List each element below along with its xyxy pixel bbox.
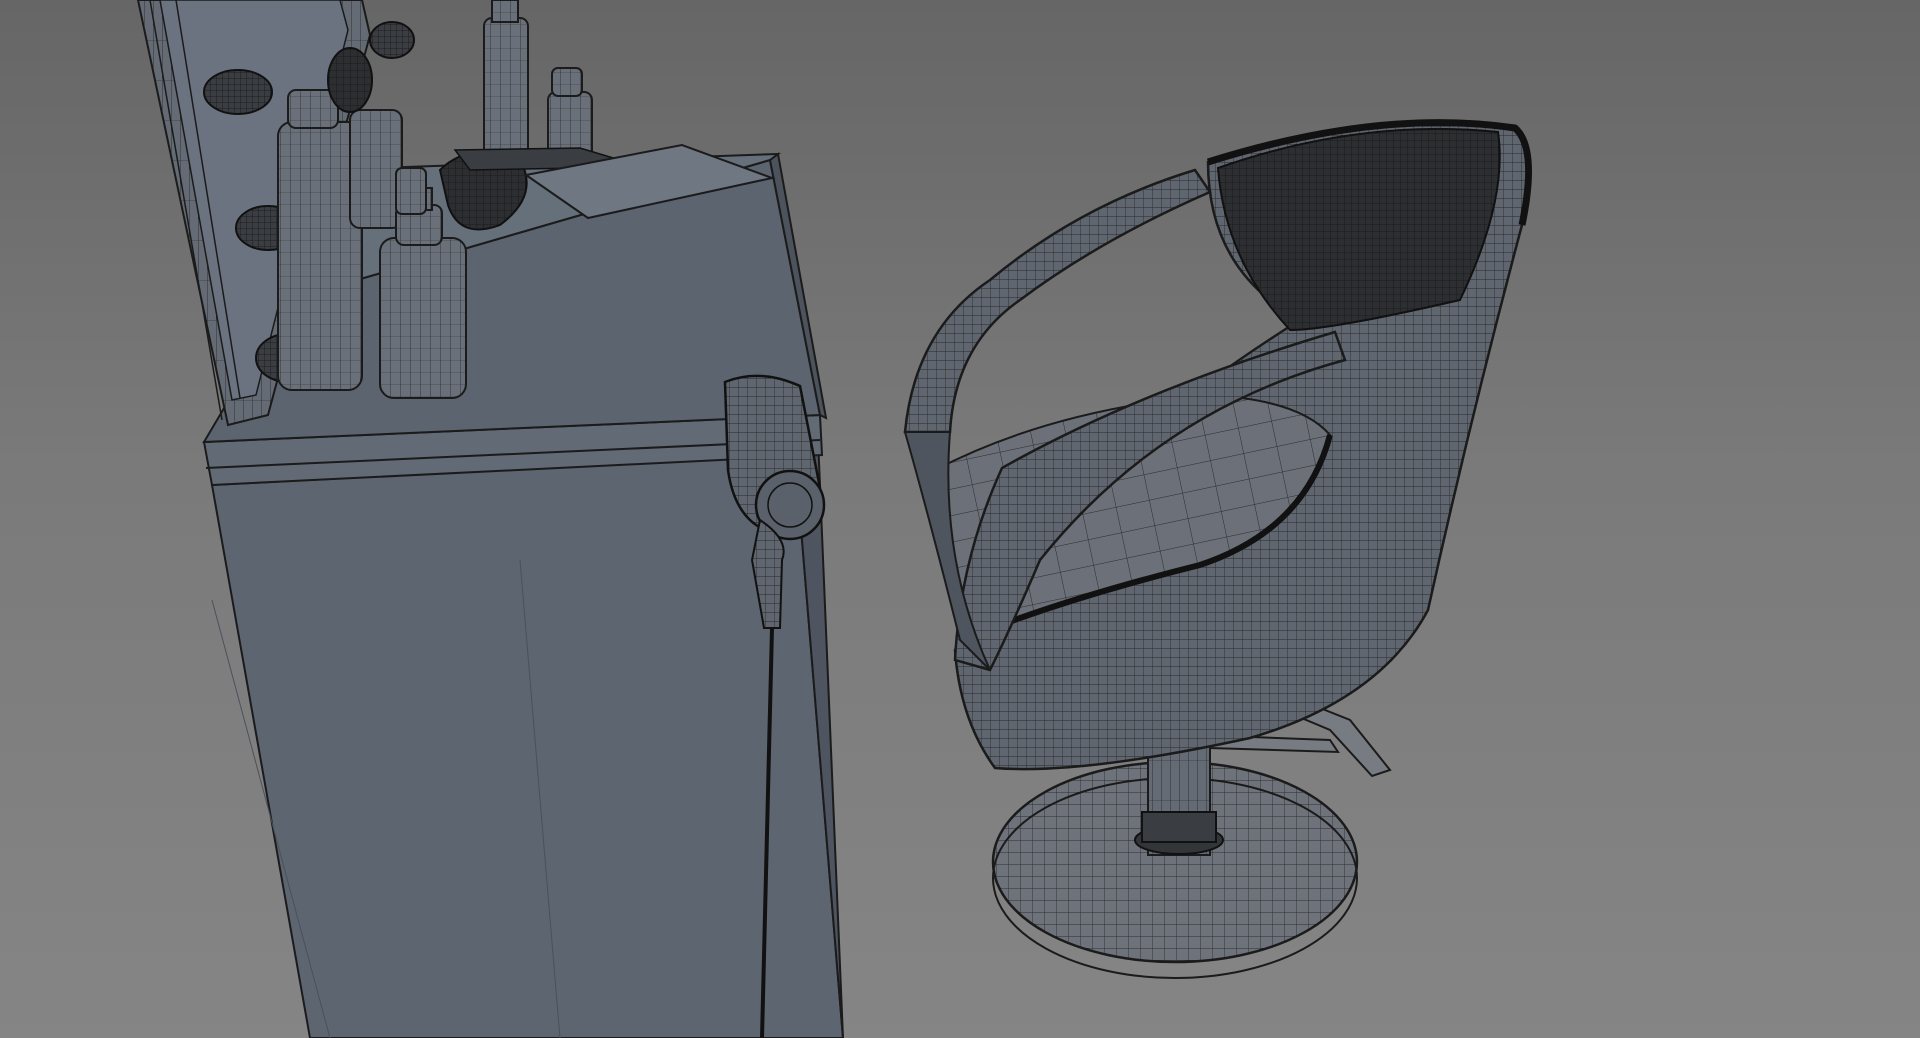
wireframe-scene — [136, 0, 1532, 1038]
salon-chair[interactable] — [903, 119, 1532, 979]
3d-viewport[interactable] — [0, 0, 1920, 1038]
